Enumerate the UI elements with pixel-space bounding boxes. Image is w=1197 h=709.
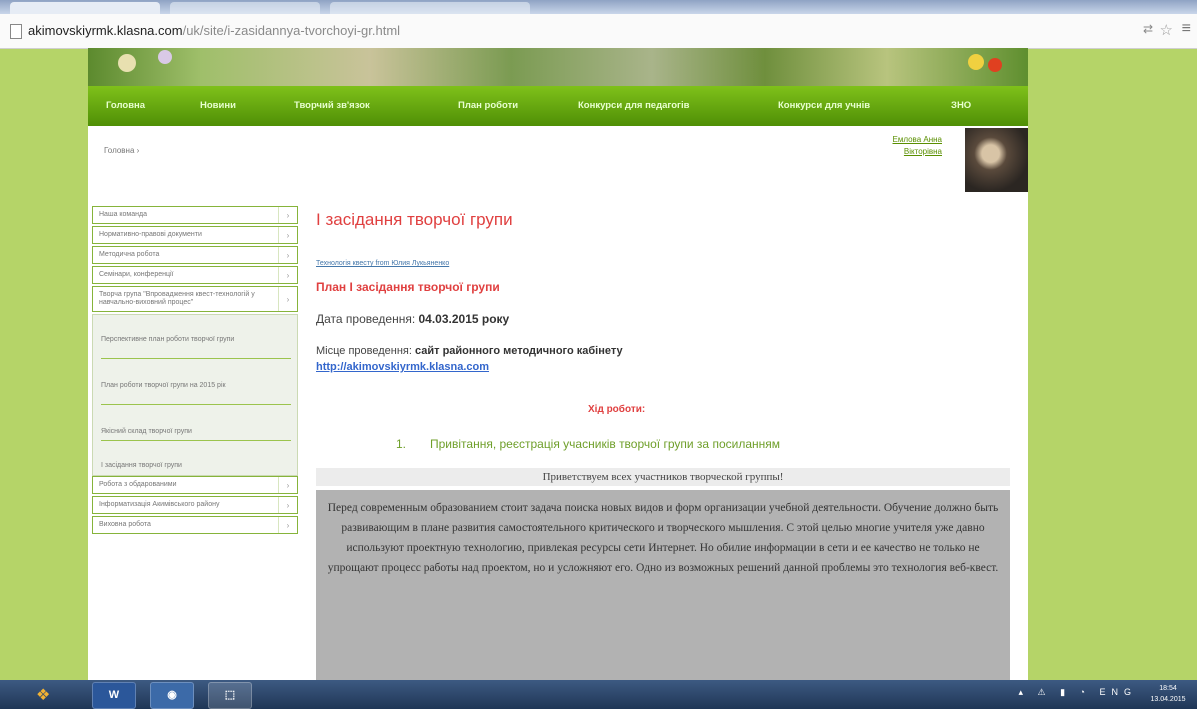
sidebar-item-team[interactable]: Наша команда › xyxy=(92,206,298,224)
sidebar-item-informatization[interactable]: Інформатизація Акимівського району › xyxy=(92,496,298,514)
chevron-right-icon[interactable]: › xyxy=(278,227,297,243)
url-text[interactable]: akimovskiyrmk.klasna.com/uk/site/i-zasid… xyxy=(28,23,400,38)
chrome-taskbar-button[interactable]: ◉ xyxy=(150,682,194,709)
sidebar-subitem[interactable]: План роботи творчої групи на 2015 рік xyxy=(101,367,291,405)
sidebar: Наша команда › Нормативно-правові докумен… xyxy=(92,206,298,536)
browser-tab[interactable] xyxy=(330,2,530,14)
bookmark-star-icon[interactable]: ☆ xyxy=(1160,21,1173,39)
chevron-right-icon[interactable]: › xyxy=(278,207,297,223)
site-link[interactable]: http://akimovskiyrmk.klasna.com xyxy=(316,361,489,373)
step-text: Привітання, реєстрація учасників творчої… xyxy=(430,437,780,451)
nav-item-student-contests[interactable]: Конкурси для учнів xyxy=(778,100,870,111)
progress-heading: Хід роботи: xyxy=(588,404,646,415)
avatar[interactable] xyxy=(965,128,1028,192)
translate-icon[interactable]: ⇄ xyxy=(1143,22,1153,36)
word-taskbar-button[interactable]: W xyxy=(92,682,136,709)
chevron-right-icon[interactable]: › xyxy=(278,267,297,283)
greeting-banner: Приветствуем всех участников творческой … xyxy=(316,468,1010,486)
meeting-place: Місце проведення: сайт районного методич… xyxy=(316,345,623,357)
address-bar[interactable]: akimovskiyrmk.klasna.com/uk/site/i-zasid… xyxy=(0,14,1197,49)
chevron-right-icon[interactable]: › xyxy=(278,247,297,263)
sidebar-subitem-active[interactable]: І засідання творчої групи xyxy=(101,449,291,473)
browser-tab[interactable] xyxy=(10,2,160,14)
chevron-right-icon[interactable]: › xyxy=(278,497,297,513)
nav-item-home[interactable]: Головна xyxy=(106,100,145,111)
chevron-right-icon[interactable]: › xyxy=(278,517,297,533)
sidebar-item-upbringing[interactable]: Виховна робота › xyxy=(92,516,298,534)
embed-source-link[interactable]: Технологія квесту from Юлия Лукьяненко xyxy=(316,260,449,267)
sidebar-subitem[interactable]: Якісний склад творчої групи xyxy=(101,413,291,441)
nav-item-work-plan[interactable]: План роботи xyxy=(458,100,518,111)
sidebar-item-seminars[interactable]: Семінари, конференції › xyxy=(92,266,298,284)
nav-item-teacher-contests[interactable]: Конкурси для педагогів xyxy=(578,100,689,111)
author-name[interactable]: Емлова Анна Вікторівна xyxy=(850,134,943,158)
intro-paragraph: Перед современным образованием стоит зад… xyxy=(316,490,1010,680)
chevron-right-icon[interactable]: › xyxy=(278,287,297,311)
nav-item-creative-link[interactable]: Творчий зв'язок xyxy=(294,100,370,111)
plan-title: План І засідання творчої групи xyxy=(316,280,500,294)
banner-flower xyxy=(968,54,984,70)
sidebar-subitem[interactable]: Перспективне план роботи творчої групи xyxy=(101,321,291,359)
chevron-right-icon[interactable]: › xyxy=(278,477,297,493)
nav-item-news[interactable]: Новини xyxy=(200,100,236,111)
sidebar-item-creative-group[interactable]: Творча група "Впровадження квест-техноло… xyxy=(92,286,298,312)
main-nav: Головна Новини Творчий зв'язок План робо… xyxy=(88,86,1028,126)
breadcrumb[interactable]: Головна › xyxy=(104,146,139,155)
meeting-date: Дата проведення: 04.03.2015 року xyxy=(316,312,510,326)
page-icon xyxy=(10,24,22,39)
web-page: Головна Новини Творчий зв'язок План робо… xyxy=(88,48,1028,680)
step-number: 1. xyxy=(396,437,407,451)
sidebar-item-methodical[interactable]: Методична робота › xyxy=(92,246,298,264)
menu-icon[interactable]: ≡ xyxy=(1182,20,1191,38)
taskbar: ❖ W ◉ ⬚ ▴ ⚠ ▮ ◔ ENG 18:54 13.04.2015 xyxy=(0,680,1197,709)
start-button-icon[interactable]: ❖ xyxy=(36,685,50,705)
clock[interactable]: 18:54 13.04.2015 xyxy=(1143,683,1193,705)
banner-flower xyxy=(988,58,1002,72)
header-banner xyxy=(88,48,1028,86)
sidebar-item-documents[interactable]: Нормативно-правові документи › xyxy=(92,226,298,244)
sidebar-item-gifted[interactable]: Робота з обдарованими › xyxy=(92,476,298,494)
system-tray[interactable]: ▴ ⚠ ▮ ◔ ENG xyxy=(1019,687,1138,698)
banner-flower xyxy=(158,50,172,64)
app-taskbar-button[interactable]: ⬚ xyxy=(208,682,252,709)
nav-item-zno[interactable]: ЗНО xyxy=(951,100,971,111)
page-title: І засідання творчої групи xyxy=(316,210,513,229)
browser-tab-strip xyxy=(0,0,1197,14)
banner-flower xyxy=(118,54,136,72)
sidebar-submenu: Перспективне план роботи творчої групи П… xyxy=(92,314,298,476)
browser-tab[interactable] xyxy=(170,2,320,14)
